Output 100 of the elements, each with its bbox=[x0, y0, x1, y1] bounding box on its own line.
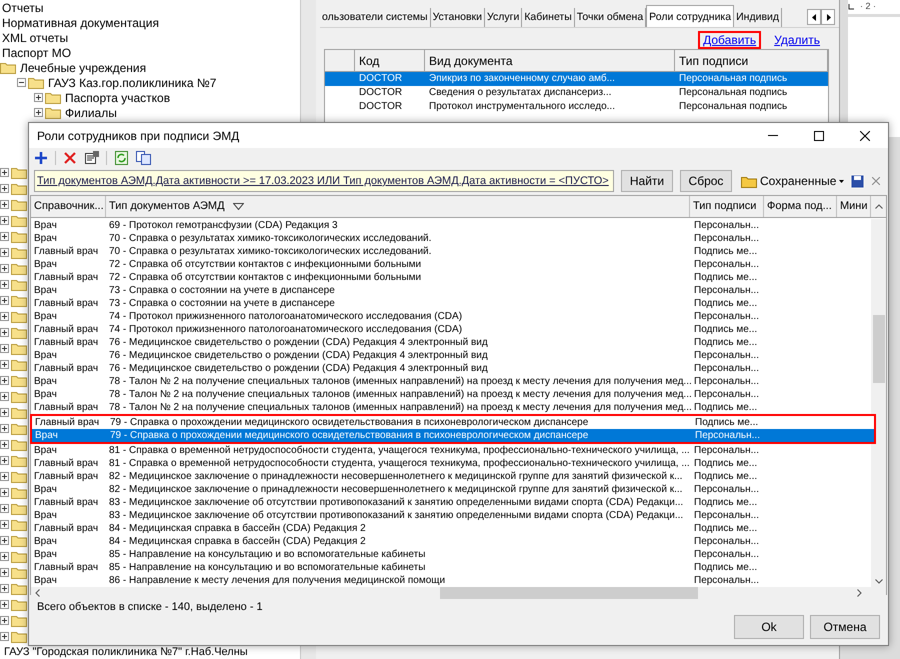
table-cell-text: Главный врач bbox=[33, 456, 100, 470]
tree-item[interactable]: ГАУЗ "Городская поликлиника №7" г.Наб.Челны bbox=[4, 646, 248, 659]
table-cell-text: 78 - Талон № 2 на получение специальных талонов (именных направлений) на проезд к месту лечения для получения мед... bbox=[108, 388, 690, 400]
table-cell-text: 82 - Медицинское заключение о принадлежности несовершеннолетнего к медицинской группе для занятий физической к... bbox=[108, 470, 684, 482]
table-cell-text: Подпись ме... bbox=[693, 522, 758, 534]
tree-item[interactable]: Филиалы bbox=[63, 104, 117, 122]
table-cell-text: Персональн... bbox=[694, 428, 761, 442]
table-cell-text: Персональн... bbox=[693, 218, 760, 232]
table-cell-text: Персональн... bbox=[693, 482, 760, 496]
table-cell-text: Подпись ме... bbox=[694, 416, 760, 428]
saved-filters-button[interactable]: Сохраненные bbox=[739, 170, 846, 192]
table-cell-text: Главный врач bbox=[33, 244, 100, 258]
ok-button[interactable]: Ok bbox=[734, 615, 804, 639]
table-cell-text: DOCTOR bbox=[358, 72, 404, 86]
table-cell-text: Главный врач bbox=[33, 470, 100, 482]
table-cell-text: 69 - Протокол гемотрансфузии (CDA) Редакция 3 bbox=[108, 218, 339, 232]
reset-button[interactable]: Сброс bbox=[680, 170, 732, 192]
table-cell-text: Персональная подпись bbox=[678, 72, 788, 86]
tab[interactable]: ользователи системы bbox=[320, 8, 431, 27]
table-cell-text: Персональная подпись bbox=[678, 86, 788, 100]
table-cell-text: Персональн... bbox=[693, 362, 760, 374]
table-cell-text: Главный врач bbox=[33, 560, 100, 574]
link[interactable]: Добавить bbox=[698, 31, 762, 49]
table-cell-text: 74 - Протокол прижизненного патологоанатомического исследования (CDA) bbox=[108, 322, 464, 336]
table-cell-text: Подпись ме... bbox=[693, 270, 758, 284]
table-cell-text: Подпись ме... bbox=[693, 560, 758, 574]
table-cell-text: 79 - Справка о прохождении медицинского освидетельствования в психоневрологическом диспансере bbox=[109, 428, 590, 442]
tab[interactable]: Кабинеты bbox=[522, 8, 575, 27]
table-cell-text: Подпись ме... bbox=[693, 470, 758, 482]
table-cell-text: 70 - Справка о результатах химико-токсикологических исследований. bbox=[108, 232, 432, 244]
tab[interactable]: Индивид bbox=[734, 8, 782, 27]
table-row[interactable]: DOCTOR Эпикриз по законченному случаю амб... Персональная подпись bbox=[325, 72, 828, 86]
table-cell-text: 70 - Справка о результатах химико-токсикологических исследований. bbox=[108, 244, 432, 258]
table-cell-text: Персональн... bbox=[693, 388, 760, 400]
table-cell-text: Подпись ме... bbox=[693, 322, 758, 336]
column-header[interactable]: Мини bbox=[837, 196, 871, 216]
table-cell-text: Главный врач bbox=[33, 296, 100, 310]
table-cell-text: Персональн... bbox=[693, 534, 760, 548]
column-header[interactable]: Код bbox=[355, 50, 425, 71]
table-cell-text: Главный врач bbox=[33, 336, 100, 348]
column-header[interactable]: Форма под... bbox=[764, 196, 837, 216]
table-cell-text: Главный врач bbox=[33, 362, 100, 374]
table-row[interactable]: Врач 81 - Справка о временной нетрудоспособности студента, учащегося техникума, профессионально-технического училища, ... Персональн... bbox=[31, 444, 871, 456]
table-cell-text: Персональн... bbox=[693, 348, 760, 362]
table-cell-text: Врач bbox=[33, 258, 58, 270]
tab[interactable]: Установки bbox=[430, 8, 486, 27]
find-button[interactable]: Найти bbox=[621, 170, 673, 192]
table-cell-text: Подпись ме... bbox=[693, 456, 758, 470]
table-cell-text: Персональн... bbox=[693, 310, 760, 322]
filter-field[interactable]: Тип документов АЭМД.Дата активности >= 17.03.2023 ИЛИ Тип документов АЭМД.Дата активности = <ПУСТО> bbox=[34, 170, 614, 192]
table-cell-text: Главный врач bbox=[33, 522, 100, 534]
cancel-button[interactable]: Отмена bbox=[810, 615, 880, 639]
tree-item[interactable]: Паспорта участков bbox=[63, 88, 170, 106]
column-header[interactable]: Тип подписи bbox=[675, 50, 828, 71]
table-cell-text: Главный врач bbox=[33, 400, 100, 414]
table-cell-text: Главный врач bbox=[34, 416, 100, 428]
table-cell-text: Врач bbox=[33, 574, 58, 586]
tab[interactable]: Услуги bbox=[485, 8, 522, 27]
table-cell-text: Врач bbox=[33, 548, 58, 560]
table-cell-text: DOCTOR bbox=[358, 86, 404, 100]
table-cell-text: 72 - Справка об отсутствии контактов с инфекционными больными bbox=[108, 270, 422, 284]
tab[interactable]: Точки обмена bbox=[574, 8, 646, 27]
table-cell-text: Врач bbox=[33, 388, 58, 400]
table-cell-text: 82 - Медицинское заключение о принадлежности несовершеннолетнего к медицинской группе для занятий физической к... bbox=[108, 482, 684, 496]
table-cell-text: Врач bbox=[33, 218, 58, 232]
column-header[interactable]: Вид документа bbox=[425, 50, 675, 71]
table-cell-text: Врач bbox=[33, 444, 58, 456]
link[interactable]: Удалить bbox=[769, 31, 825, 49]
table-cell-text: 84 - Медицинская справка в бассейн (CDA) Редакция 2 bbox=[108, 522, 367, 534]
table-cell-text: Персональн... bbox=[693, 574, 760, 586]
table-cell-text: Персональн... bbox=[693, 548, 760, 560]
table-cell-text: Подпись ме... bbox=[693, 400, 758, 414]
table-cell-text: Врач bbox=[33, 284, 58, 296]
table-cell-text: 76 - Медицинское свидетельство о рождении (CDA) Редакция 4 электронный вид bbox=[108, 362, 489, 374]
table-cell-text: Врач bbox=[33, 534, 58, 548]
tree-item[interactable]: Паспорт МО bbox=[0, 44, 72, 62]
table-cell-text: Протокол инструментального исследо... bbox=[428, 100, 616, 114]
tab[interactable]: Роли сотрудника bbox=[646, 5, 734, 27]
table-cell-text: Врач bbox=[33, 508, 58, 522]
column-header[interactable]: Тип документов АЭМД bbox=[106, 196, 690, 216]
tree-item[interactable]: Нормативная документация bbox=[0, 14, 159, 32]
table-cell-text: 78 - Талон № 2 на получение специальных талонов (именных направлений) на проезд к месту лечения для получения мед... bbox=[108, 400, 690, 414]
table-cell-text: Персональн... bbox=[693, 284, 760, 296]
table-cell-text: 84 - Медицинская справка в бассейн (CDA) Редакция 2 bbox=[108, 534, 367, 548]
tree-item[interactable]: XML отчеты bbox=[0, 28, 68, 46]
table-cell-text: Подпись ме... bbox=[693, 244, 758, 258]
tree-item[interactable]: Отчеты bbox=[0, 0, 44, 16]
tree-item[interactable]: Лечебные учреждения bbox=[18, 58, 146, 76]
column-header[interactable]: Справочник... bbox=[31, 196, 106, 216]
column-header[interactable]: Тип подписи bbox=[690, 196, 764, 216]
table-cell-text: 79 - Справка о прохождении медицинского освидетельствования в психоневрологическом диспансере bbox=[109, 416, 590, 428]
table-cell-text: 81 - Справка о временной нетрудоспособности студента, учащегося техникума, профессионально-технического училища, ... bbox=[108, 444, 690, 456]
tree-item[interactable]: ГАУЗ Каз.гор.поликлиника №7 bbox=[46, 74, 216, 92]
table-cell-text: 76 - Медицинское свидетельство о рождении (CDA) Редакция 4 электронный вид bbox=[108, 336, 489, 348]
table-cell-text: Эпикриз по законченному случаю амб... bbox=[428, 72, 616, 86]
table-cell-text: Главный врач bbox=[33, 270, 100, 284]
table-cell-text: Врач bbox=[33, 348, 58, 362]
table-row[interactable]: Врач 79 - Справка о прохождении медицинского освидетельствования в психоневрологическом диспансере Персональн... bbox=[32, 428, 874, 442]
table-cell-text: 74 - Протокол прижизненного патологоанатомического исследования (CDA) bbox=[108, 310, 464, 322]
table-cell-text: Врач bbox=[33, 374, 58, 388]
